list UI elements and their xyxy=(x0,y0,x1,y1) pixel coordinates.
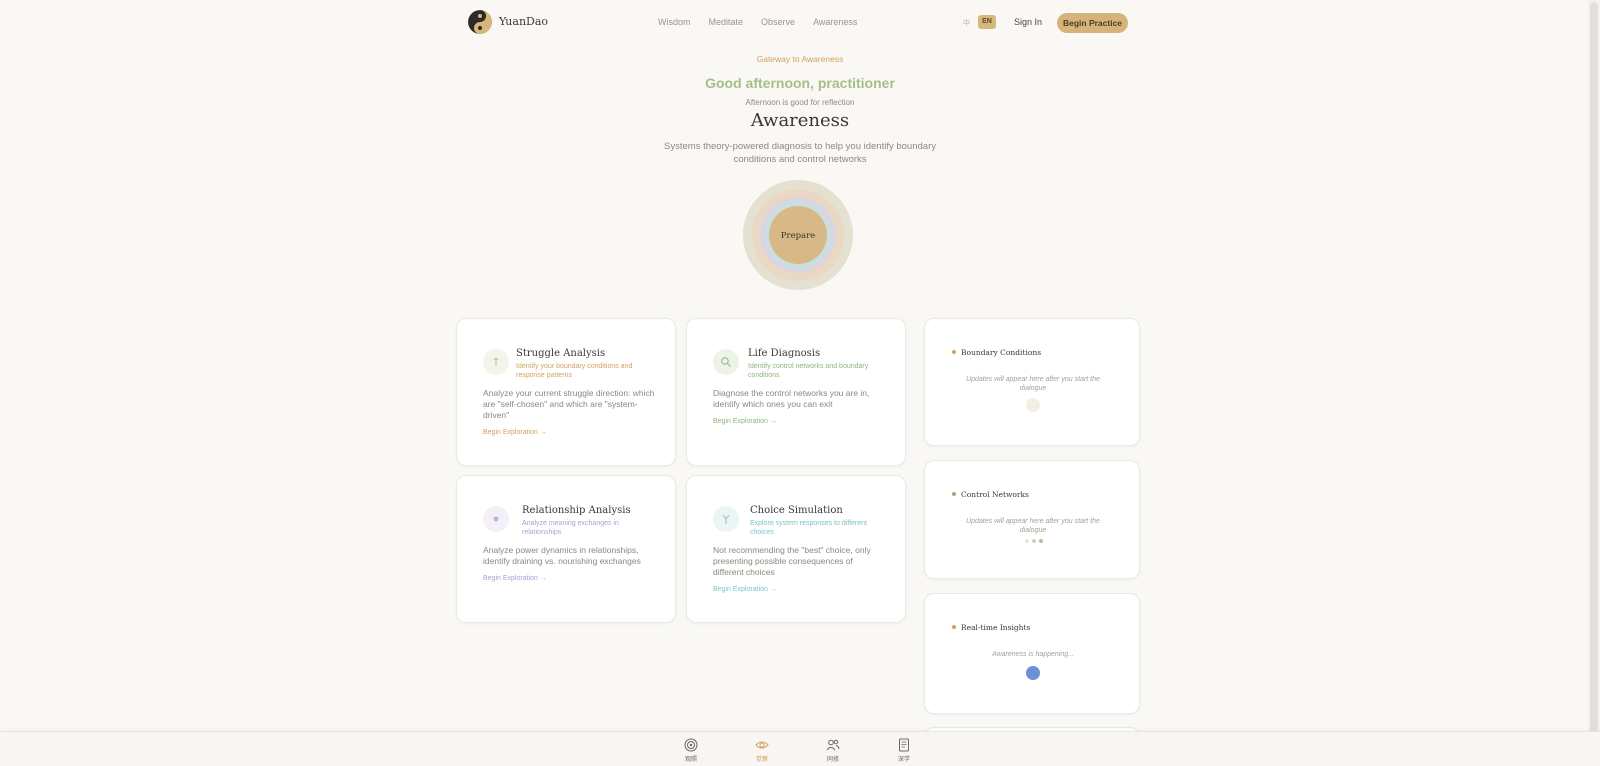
tab-label: 观照 xyxy=(684,757,697,763)
hero-eyebrow: Gateway to Awareness xyxy=(756,54,844,64)
hero-description: Systems theory-powered diagnosis to help… xyxy=(664,141,936,165)
orb-label: Prepare xyxy=(781,231,815,241)
sign-in-link[interactable]: Sign In xyxy=(1014,17,1042,27)
magnifier-icon xyxy=(713,349,739,375)
tab-label: 同修 xyxy=(826,757,839,763)
book-icon xyxy=(899,738,909,752)
card-description: Analyze power dynamics in relationships,… xyxy=(483,545,641,566)
arrow-right-icon: → xyxy=(539,575,547,582)
panel-title: Boundary Conditions xyxy=(961,348,1042,357)
status-dot xyxy=(952,350,956,354)
choice-simulation-card[interactable]: Choice Simulation Explore system respons… xyxy=(686,475,906,623)
panel-message: Awareness is happening... xyxy=(992,651,1074,658)
card-title: Struggle Analysis xyxy=(516,348,606,359)
card-subtitle: Identify your boundary conditions and re… xyxy=(516,363,633,379)
prepare-orb-button[interactable]: Prepare xyxy=(743,180,853,290)
begin-practice-button[interactable]: Begin Practice xyxy=(1057,13,1128,33)
card-subtitle: Analyze meaning exchanges in relationshi… xyxy=(522,520,619,536)
page-title: Awareness xyxy=(750,110,850,131)
card-subtitle: Explore system responses to different ch… xyxy=(750,520,867,536)
main-nav: Wisdom Meditate Observe Awareness xyxy=(658,17,857,27)
status-dot xyxy=(952,492,956,496)
brand-name[interactable]: YuanDao xyxy=(499,15,548,28)
begin-exploration-link[interactable]: Begin Exploration → xyxy=(483,575,547,582)
card-subtitle: Identify control networks and boundary c… xyxy=(748,363,869,379)
relationship-analysis-card[interactable]: Relationship Analysis Analyze meaning ex… xyxy=(456,475,676,623)
lang-zh-toggle[interactable]: 中 xyxy=(963,18,970,28)
struggle-analysis-card[interactable]: Struggle Analysis Identify your boundary… xyxy=(456,318,676,466)
pulse-circle-icon xyxy=(1026,666,1040,680)
real-time-insights-panel: Real-time Insights Awareness is happenin… xyxy=(924,593,1140,714)
yin-yang-logo-icon[interactable] xyxy=(468,10,492,34)
panel-title: Control Networks xyxy=(961,490,1029,499)
panel-message: Updates will appear here after you start… xyxy=(966,376,1100,392)
loading-circle-icon xyxy=(1026,398,1040,412)
begin-exploration-link[interactable]: Begin Exploration → xyxy=(713,418,777,425)
branch-icon xyxy=(713,506,739,532)
card-title: Life Diagnosis xyxy=(748,348,821,359)
tab-label: 觉察 xyxy=(755,757,768,763)
hero-greeting: Good afternoon, practitioner xyxy=(705,75,895,91)
hero-subtitle: Afternoon is good for reflection xyxy=(745,98,855,107)
bottom-nav: 观照 觉察 同修 深学 xyxy=(0,731,1600,766)
arrow-right-icon: → xyxy=(539,429,547,436)
tab-awareness[interactable]: 觉察 xyxy=(742,738,782,763)
nav-meditate[interactable]: Meditate xyxy=(709,17,744,27)
page: YuanDao Wisdom Meditate Observe Awarenes… xyxy=(0,0,1600,766)
card-description: Analyze your current struggle direction:… xyxy=(483,388,655,420)
nav-observe[interactable]: Observe xyxy=(761,17,795,27)
control-networks-panel: Control Networks Updates will appear her… xyxy=(924,460,1140,579)
boundary-conditions-panel: Boundary Conditions Updates will appear … xyxy=(924,318,1140,446)
begin-exploration-link[interactable]: Begin Exploration → xyxy=(713,586,777,593)
tab-fellowship[interactable]: 同修 xyxy=(813,738,853,763)
struggle-icon xyxy=(483,349,509,375)
status-dot xyxy=(952,625,956,629)
eye-icon xyxy=(755,741,769,749)
card-title: Relationship Analysis xyxy=(522,505,631,516)
arrow-right-icon: → xyxy=(769,586,777,593)
card-description: Diagnose the control networks you are in… xyxy=(713,388,870,409)
lang-en-toggle[interactable]: EN xyxy=(978,15,996,29)
panel-message: Updates will appear here after you start… xyxy=(966,518,1100,534)
nav-awareness[interactable]: Awareness xyxy=(813,17,857,27)
loading-dots-icon xyxy=(1025,539,1043,543)
begin-exploration-link[interactable]: Begin Exploration → xyxy=(483,429,547,436)
tab-observe[interactable]: 观照 xyxy=(671,738,711,763)
users-icon xyxy=(826,739,840,751)
card-description: Not recommending the "best" choice, only… xyxy=(713,545,871,577)
relationship-icon xyxy=(483,506,509,532)
panel-title: Real-time Insights xyxy=(961,623,1031,632)
tab-label: 深学 xyxy=(897,757,910,763)
arrow-right-icon: → xyxy=(769,418,777,425)
top-header: YuanDao Wisdom Meditate Observe Awarenes… xyxy=(468,10,1128,36)
nav-wisdom[interactable]: Wisdom xyxy=(658,17,691,27)
life-diagnosis-card[interactable]: Life Diagnosis Identify control networks… xyxy=(686,318,906,466)
target-icon xyxy=(684,738,698,752)
card-title: Choice Simulation xyxy=(750,505,843,516)
tab-study[interactable]: 深学 xyxy=(884,738,924,763)
